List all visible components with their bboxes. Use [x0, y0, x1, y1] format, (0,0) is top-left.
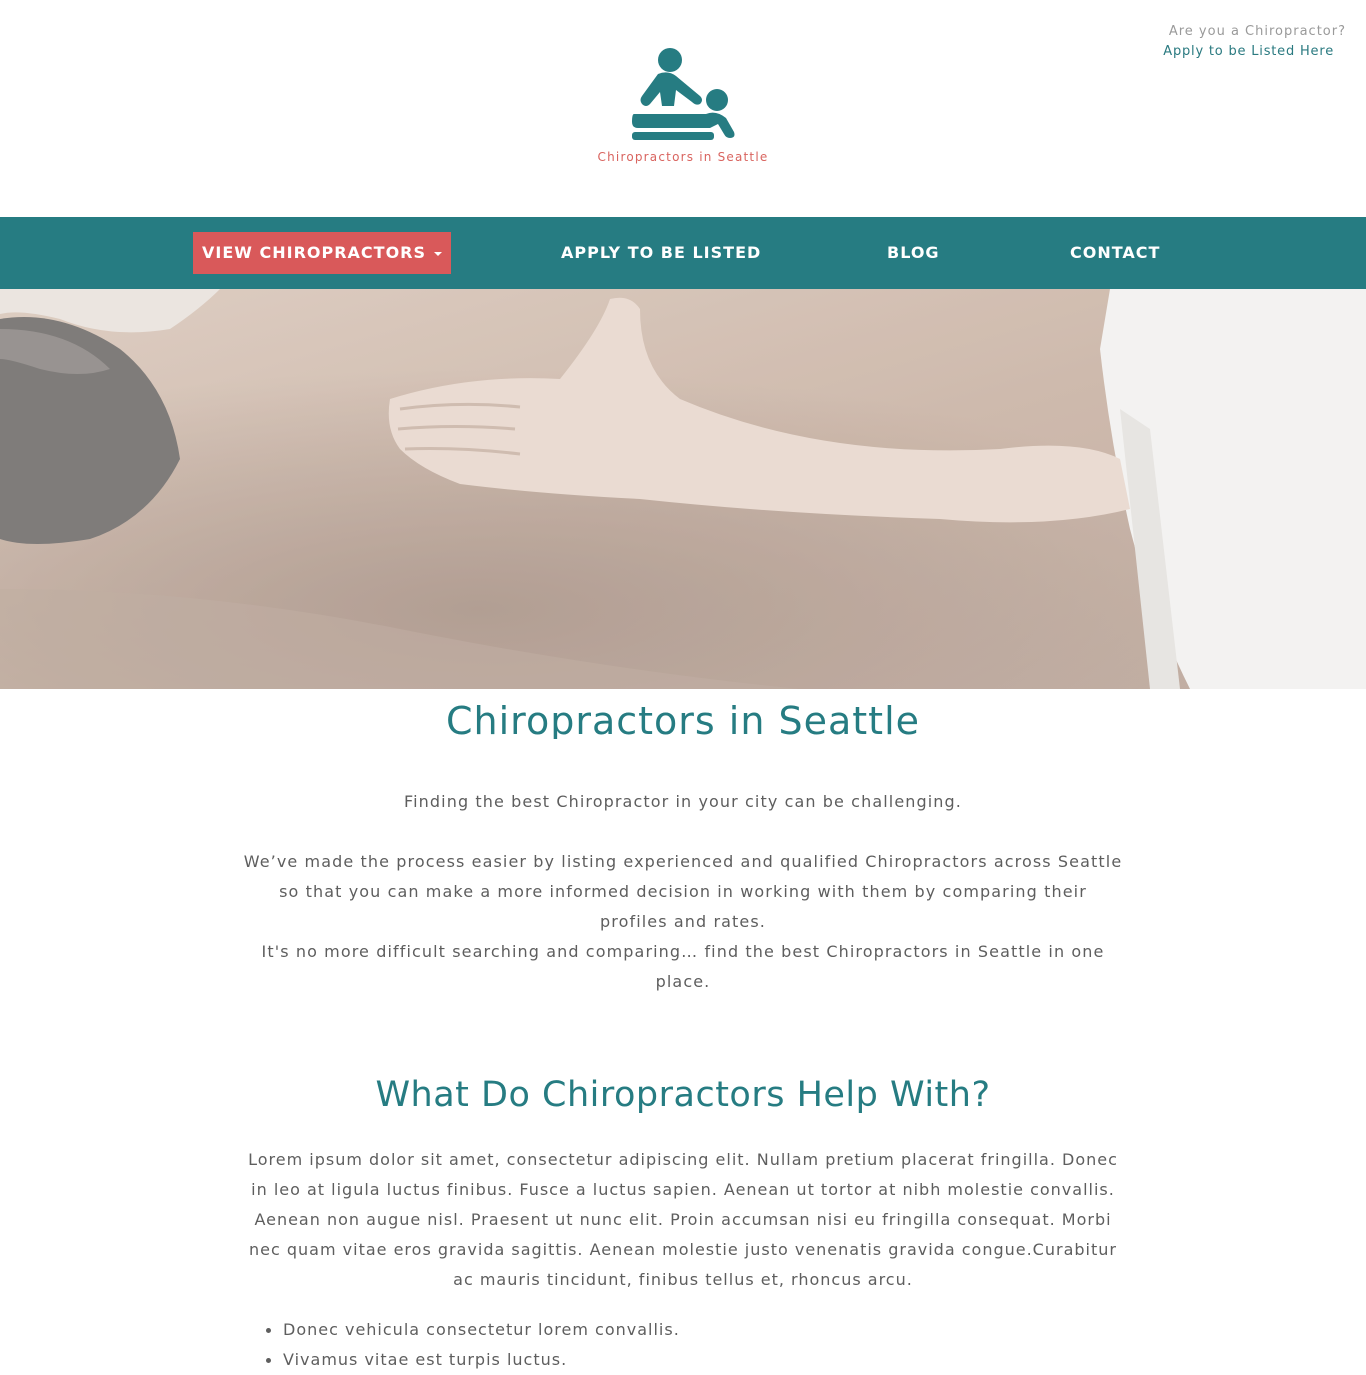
page-title: Chiropractors in Seattle [445, 699, 921, 739]
nav-blog[interactable]: BLOG [887, 217, 940, 289]
intro-paragraph-2: We’ve made the process easier by listing… [243, 852, 1123, 931]
nav-apply-to-be-listed[interactable]: APPLY TO BE LISTED [561, 217, 761, 289]
massage-photo [0, 289, 1366, 689]
intro-paragraph-1: Finding the best Chiropractor in your ci… [403, 792, 962, 811]
nav-view-chiropractors[interactable]: VIEW CHIROPRACTORS [193, 232, 452, 274]
caret-down-icon [434, 251, 443, 256]
massage-therapist-icon [632, 48, 735, 140]
list-item: Vivamus vitae est turpis luctus. [266, 1345, 680, 1375]
main-navigation: VIEW CHIROPRACTORS APPLY TO BE LISTED BL… [0, 217, 1366, 289]
section-title: What Do Chiropractors Help With? [375, 1075, 991, 1115]
intro-paragraph-3: It's no more difficult searching and com… [261, 942, 1105, 991]
help-list: Donec vehicula consectetur lorem convall… [266, 1315, 680, 1375]
logo-tagline: Chiropractors in Seattle [597, 150, 769, 164]
hero-image [0, 289, 1366, 689]
nav-contact[interactable]: CONTACT [1070, 217, 1160, 289]
list-item: Donec vehicula consectetur lorem convall… [266, 1315, 680, 1345]
section-paragraph: Lorem ipsum dolor sit amet, consectetur … [248, 1150, 1118, 1289]
site-logo[interactable]: Chiropractors in Seattle [0, 44, 1366, 164]
nav-view-chiropractors-label: VIEW CHIROPRACTORS [202, 243, 427, 262]
page-title-container: Chiropractors in Seattle [0, 669, 1366, 739]
chiropractor-question: Are you a Chiropractor? [1168, 24, 1346, 39]
site-header: Are you a Chiropractor? Apply to be List… [0, 0, 1366, 217]
